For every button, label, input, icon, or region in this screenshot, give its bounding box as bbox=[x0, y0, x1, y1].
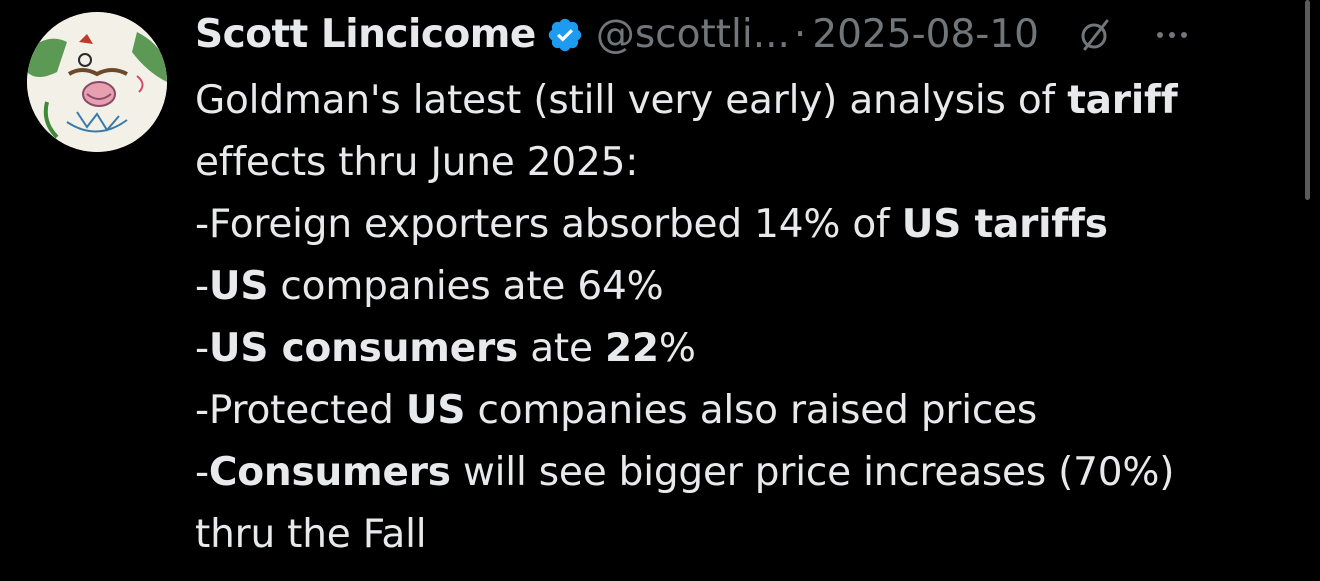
tweet-text-line: -Protected US companies also raised pric… bbox=[195, 380, 1285, 442]
tweet-text-line: -Foreign exporters absorbed 14% of US ta… bbox=[195, 194, 1285, 256]
more-dots-icon[interactable] bbox=[1155, 30, 1189, 40]
tweet-text-segment: - bbox=[195, 326, 209, 371]
tweet-text-segment: -Foreign exporters absorbed 14% of bbox=[195, 202, 902, 247]
tweet-text-bold-segment: US bbox=[208, 264, 269, 309]
tweet-text-segment: -Protected bbox=[195, 388, 406, 433]
tweet-text-segment: - bbox=[195, 450, 209, 495]
tweet-text-segment: will see bigger price increases (70%) bbox=[450, 450, 1175, 495]
tweet-text-segment: ate bbox=[518, 326, 605, 371]
tweet-text-line: thru the Fall bbox=[195, 504, 1285, 566]
avatar[interactable] bbox=[27, 12, 167, 152]
tweet-text-segment: companies also raised prices bbox=[465, 388, 1038, 433]
separator-dot: · bbox=[793, 12, 807, 57]
tweet-text-segment: thru the Fall bbox=[195, 512, 427, 557]
tweet-text-bold-segment: US tariffs bbox=[901, 202, 1108, 247]
tweet-text-bold-segment: Consumers bbox=[208, 450, 451, 495]
tweet-date[interactable]: 2025-08-10 bbox=[812, 8, 1039, 62]
tweet-text-bold-segment: US consumers bbox=[208, 326, 518, 371]
tweet-text-segment: Goldman's latest (still very early) anal… bbox=[195, 78, 1068, 123]
tweet-text-line: effects thru June 2025: bbox=[195, 132, 1285, 194]
tweet-text-bold-segment: tariff bbox=[1067, 78, 1178, 123]
tweet-text-line: Goldman's latest (still very early) anal… bbox=[195, 70, 1285, 132]
tweet-text-line: -US companies ate 64% bbox=[195, 256, 1285, 318]
tweet-text-segment: effects thru June 2025: bbox=[195, 140, 639, 185]
tweet-text-line: -US consumers ate 22% bbox=[195, 318, 1285, 380]
tweet-text-segment: % bbox=[658, 326, 696, 371]
tweet-text-bold-segment: US bbox=[405, 388, 466, 433]
tweet-text-segment: - bbox=[195, 264, 209, 309]
tweet-body: Goldman's latest (still very early) anal… bbox=[195, 70, 1285, 566]
tweet-text-line: -Consumers will see bigger price increas… bbox=[195, 442, 1285, 504]
tweet-text-bold-segment: 22 bbox=[604, 326, 659, 371]
hand-drawn-face-avatar-icon bbox=[27, 12, 167, 152]
tweet-header: Scott Lincicome @scottli... · 2025-08-10 bbox=[195, 8, 1189, 62]
verified-badge-icon bbox=[546, 16, 584, 54]
grok-slash-icon[interactable] bbox=[1077, 17, 1113, 53]
author-display-name[interactable]: Scott Lincicome bbox=[195, 8, 536, 62]
tweet-text-segment: companies ate 64% bbox=[268, 264, 664, 309]
scrollbar-thumb[interactable] bbox=[1305, 0, 1310, 200]
author-handle[interactable]: @scottli... bbox=[596, 8, 790, 62]
